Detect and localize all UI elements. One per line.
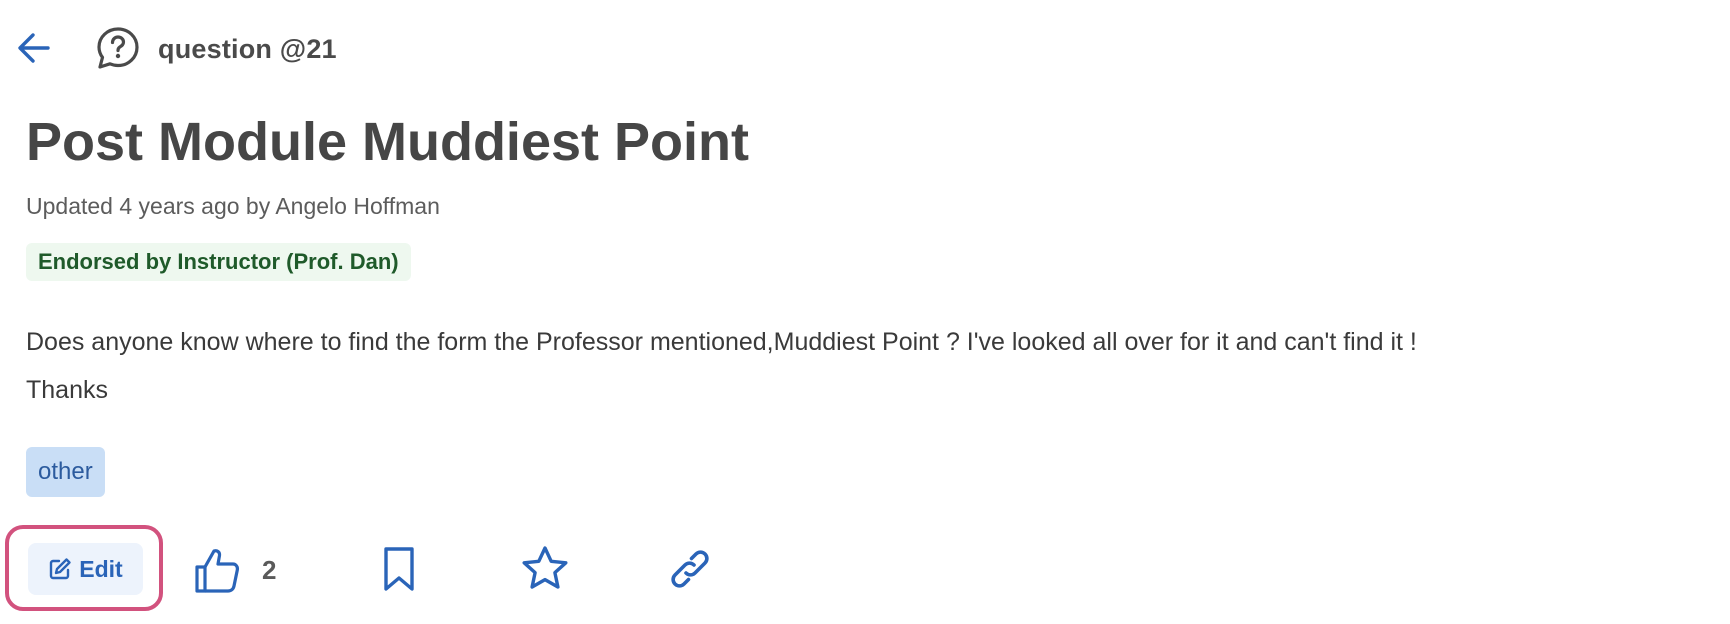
post-title: Post Module Muddiest Point [26, 112, 749, 172]
post-meta: Updated 4 years ago by Angelo Hoffman [26, 193, 440, 219]
post-body: Does anyone know where to find the form … [26, 318, 1726, 414]
back-button[interactable] [14, 28, 54, 68]
bookmark-button[interactable] [374, 544, 424, 594]
like-button[interactable]: 2 [192, 544, 276, 596]
favorite-button[interactable] [520, 544, 570, 594]
thumbs-up-icon [195, 549, 240, 593]
edit-button[interactable]: Edit [28, 543, 143, 595]
post-body-line: Thanks [26, 376, 108, 404]
question-bubble-icon [96, 26, 140, 70]
post-type-label: question @21 [158, 34, 337, 64]
link-icon [671, 550, 709, 588]
bookmark-icon [384, 547, 414, 591]
post-header: question @21 [0, 22, 700, 72]
like-count: 2 [262, 554, 277, 585]
endorsement-badge: Endorsed by Instructor (Prof. Dan) [26, 243, 411, 281]
copy-link-button[interactable] [665, 544, 715, 594]
edit-button-label: Edit [79, 555, 123, 582]
post-body-line: Does anyone know where to find the form … [26, 328, 1417, 356]
pencil-square-icon [50, 558, 71, 580]
arrow-left-icon [18, 33, 50, 63]
star-icon [522, 546, 568, 589]
tag-chip-other[interactable]: other [26, 447, 105, 497]
